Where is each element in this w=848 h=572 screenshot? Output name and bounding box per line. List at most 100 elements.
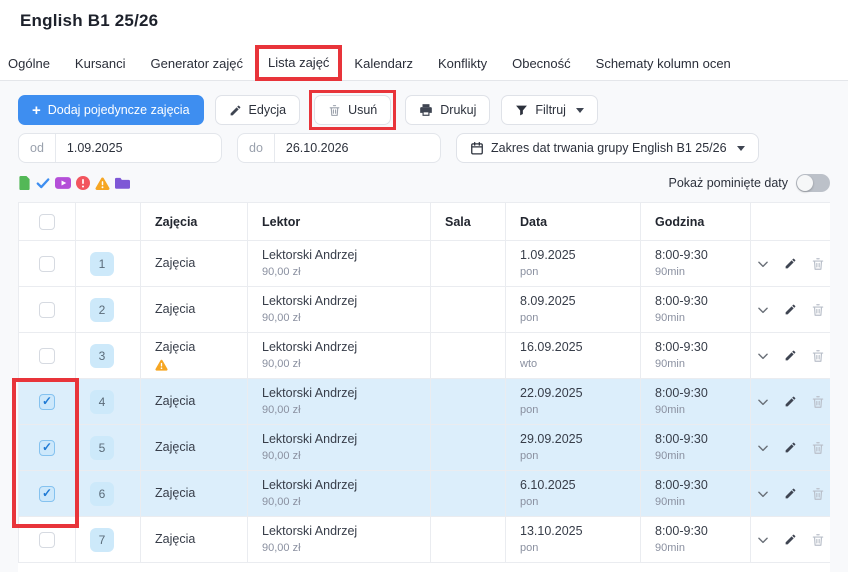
date-to-input[interactable]: do 26.10.2026 — [237, 133, 441, 163]
expand-row-button[interactable] — [756, 395, 770, 409]
delete-row-button[interactable] — [811, 395, 825, 409]
filter-button[interactable]: Filtruj — [501, 95, 598, 125]
class-date: 13.10.2025 — [520, 524, 640, 540]
row-checkbox[interactable] — [39, 348, 55, 364]
tab-kalendarz[interactable]: Kalendarz — [354, 56, 413, 71]
sala-cell — [431, 517, 506, 563]
table-row: 6 Zajęcia Lektorski Andrzej 90,00 zł 6.1… — [19, 471, 831, 517]
show-skipped-dates-toggle[interactable] — [796, 174, 830, 192]
tab-generator-zajec[interactable]: Generator zajęć — [151, 56, 244, 71]
lektor-name: Lektorski Andrzej — [262, 432, 430, 448]
class-duration: 90min — [655, 404, 750, 417]
expand-row-button[interactable] — [756, 349, 770, 363]
date-from-input[interactable]: od 1.09.2025 — [18, 133, 222, 163]
class-time: 8:00-9:30 — [655, 248, 750, 264]
class-type-label: Zajęcia — [155, 256, 247, 272]
expand-row-button[interactable] — [756, 257, 770, 271]
page-title: English B1 25/26 — [20, 11, 158, 31]
add-single-class-button[interactable]: + Dodaj pojedyncze zajęcia — [18, 95, 204, 125]
edit-button[interactable]: Edycja — [215, 95, 301, 125]
col-header-sala: Sala — [431, 203, 506, 241]
class-type-label: Zajęcia — [155, 394, 247, 410]
expand-row-button[interactable] — [756, 487, 770, 501]
table-row: 4 Zajęcia Lektorski Andrzej 90,00 zł 22.… — [19, 379, 831, 425]
delete-row-button[interactable] — [811, 257, 825, 271]
edit-row-button[interactable] — [784, 395, 797, 408]
edit-row-button[interactable] — [784, 349, 797, 362]
file-icon — [18, 176, 31, 190]
edit-row-button[interactable] — [784, 303, 797, 316]
row-checkbox[interactable] — [39, 394, 55, 410]
row-number-badge: 4 — [90, 390, 114, 414]
content-area: + Dodaj pojedyncze zajęcia Edycja Usuń D… — [0, 81, 848, 572]
warning-triangle-icon — [95, 177, 110, 190]
lektor-price: 90,00 zł — [262, 450, 430, 463]
row-checkbox[interactable] — [39, 532, 55, 548]
delete-button[interactable]: Usuń — [314, 95, 391, 125]
row-number-badge: 1 — [90, 252, 114, 276]
class-date: 8.09.2025 — [520, 294, 640, 310]
class-weekday: pon — [520, 450, 640, 463]
class-time: 8:00-9:30 — [655, 386, 750, 402]
tab-lista-zajec[interactable]: Lista zajęć — [268, 55, 329, 70]
check-icon — [36, 177, 50, 189]
class-duration: 90min — [655, 496, 750, 509]
expand-row-button[interactable] — [756, 533, 770, 547]
delete-row-button[interactable] — [811, 487, 825, 501]
delete-row-button[interactable] — [811, 349, 825, 363]
tab-obecnosc[interactable]: Obecność — [512, 56, 571, 71]
class-type-label: Zajęcia — [155, 532, 247, 548]
col-header-actions — [751, 203, 831, 241]
edit-row-button[interactable] — [784, 257, 797, 270]
caret-down-icon — [737, 146, 745, 151]
class-date: 16.09.2025 — [520, 340, 640, 356]
warning-icon — [155, 359, 247, 371]
row-number-badge: 7 — [90, 528, 114, 552]
class-table-body: 1 Zajęcia Lektorski Andrzej 90,00 zł 1.0… — [19, 241, 831, 563]
lektor-name: Lektorski Andrzej — [262, 524, 430, 540]
printer-icon — [419, 103, 433, 117]
sala-cell — [431, 333, 506, 379]
toggle-knob — [797, 175, 813, 191]
date-range-button[interactable]: Zakres dat trwania grupy English B1 25/2… — [456, 133, 759, 163]
edit-row-button[interactable] — [784, 533, 797, 546]
calendar-icon — [470, 141, 484, 155]
row-checkbox[interactable] — [39, 486, 55, 502]
tab-konflikty[interactable]: Konflikty — [438, 56, 487, 71]
class-weekday: wto — [520, 358, 640, 371]
date-from-value: 1.09.2025 — [56, 141, 134, 155]
pencil-icon — [229, 104, 242, 117]
row-checkbox[interactable] — [39, 256, 55, 272]
class-duration: 90min — [655, 312, 750, 325]
alert-circle-icon — [76, 176, 90, 190]
edit-row-button[interactable] — [784, 487, 797, 500]
tab-kursanci[interactable]: Kursanci — [75, 56, 126, 71]
class-weekday: pon — [520, 312, 640, 325]
toolbar: + Dodaj pojedyncze zajęcia Edycja Usuń D… — [18, 95, 598, 125]
delete-row-button[interactable] — [811, 441, 825, 455]
col-header-data: Data — [506, 203, 641, 241]
class-duration: 90min — [655, 542, 750, 555]
table-row: 1 Zajęcia Lektorski Andrzej 90,00 zł 1.0… — [19, 241, 831, 287]
print-button[interactable]: Drukuj — [405, 95, 490, 125]
delete-label: Usuń — [348, 103, 377, 117]
class-date: 6.10.2025 — [520, 478, 640, 494]
table-row: 5 Zajęcia Lektorski Andrzej 90,00 zł 29.… — [19, 425, 831, 471]
tab-schematy-kolumn-ocen[interactable]: Schematy kolumn ocen — [596, 56, 731, 71]
col-header-number — [76, 203, 141, 241]
delete-row-button[interactable] — [811, 303, 825, 317]
row-checkbox[interactable] — [39, 302, 55, 318]
sala-cell — [431, 425, 506, 471]
select-all-checkbox[interactable] — [39, 214, 55, 230]
show-skipped-dates-group: Pokaż pominięte daty — [668, 174, 830, 192]
delete-row-button[interactable] — [811, 533, 825, 547]
expand-row-button[interactable] — [756, 441, 770, 455]
row-number-badge: 5 — [90, 436, 114, 460]
class-weekday: pon — [520, 496, 640, 509]
edit-row-button[interactable] — [784, 441, 797, 454]
tab-bar: Ogólne Kursanci Generator zajęć Lista za… — [0, 46, 848, 81]
expand-row-button[interactable] — [756, 303, 770, 317]
tab-ogolne[interactable]: Ogólne — [8, 56, 50, 71]
row-checkbox[interactable] — [39, 440, 55, 456]
class-type-label: Zajęcia — [155, 302, 247, 318]
